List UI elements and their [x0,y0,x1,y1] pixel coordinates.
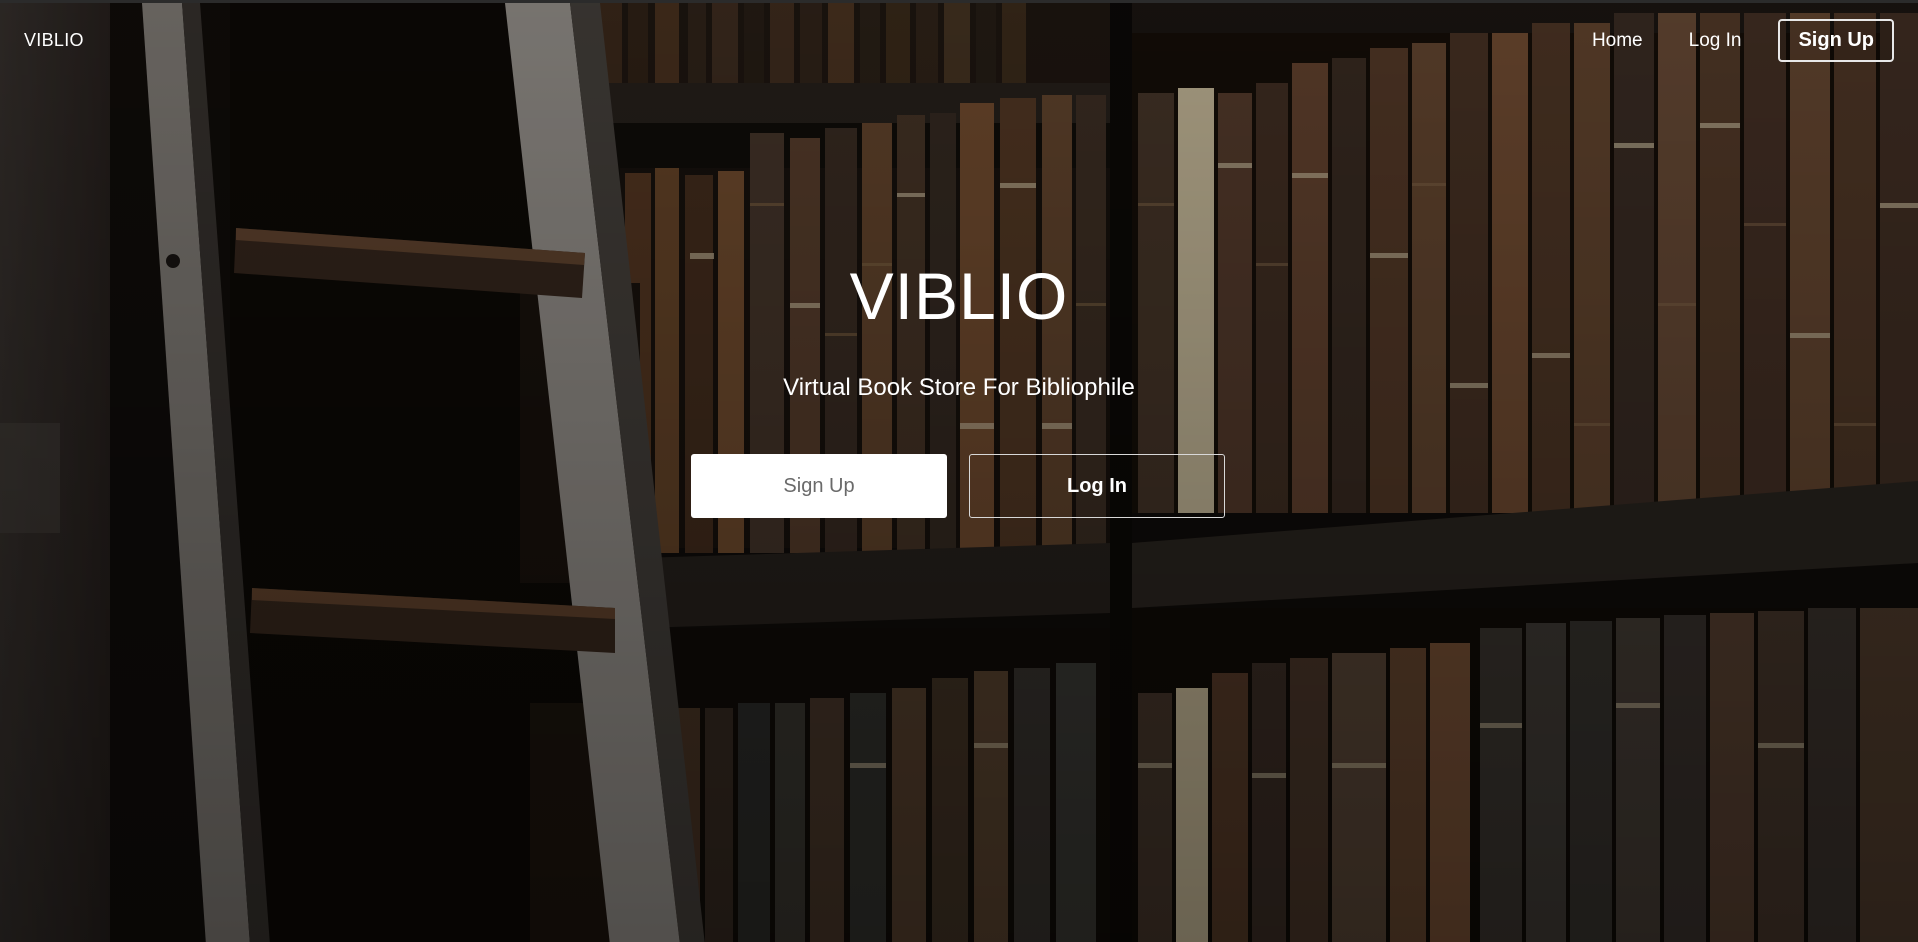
hero-login-button[interactable]: Log In [969,454,1225,518]
hero-content: VIBLIO Virtual Book Store For Bibliophil… [0,3,1918,942]
hero-subtitle: Virtual Book Store For Bibliophile [783,374,1135,401]
hero-title: VIBLIO [849,259,1069,333]
hero-signup-button[interactable]: Sign Up [691,454,947,518]
hero-section: VIBLIO Home Log In Sign Up VIBLIO Virtua… [0,0,1918,942]
